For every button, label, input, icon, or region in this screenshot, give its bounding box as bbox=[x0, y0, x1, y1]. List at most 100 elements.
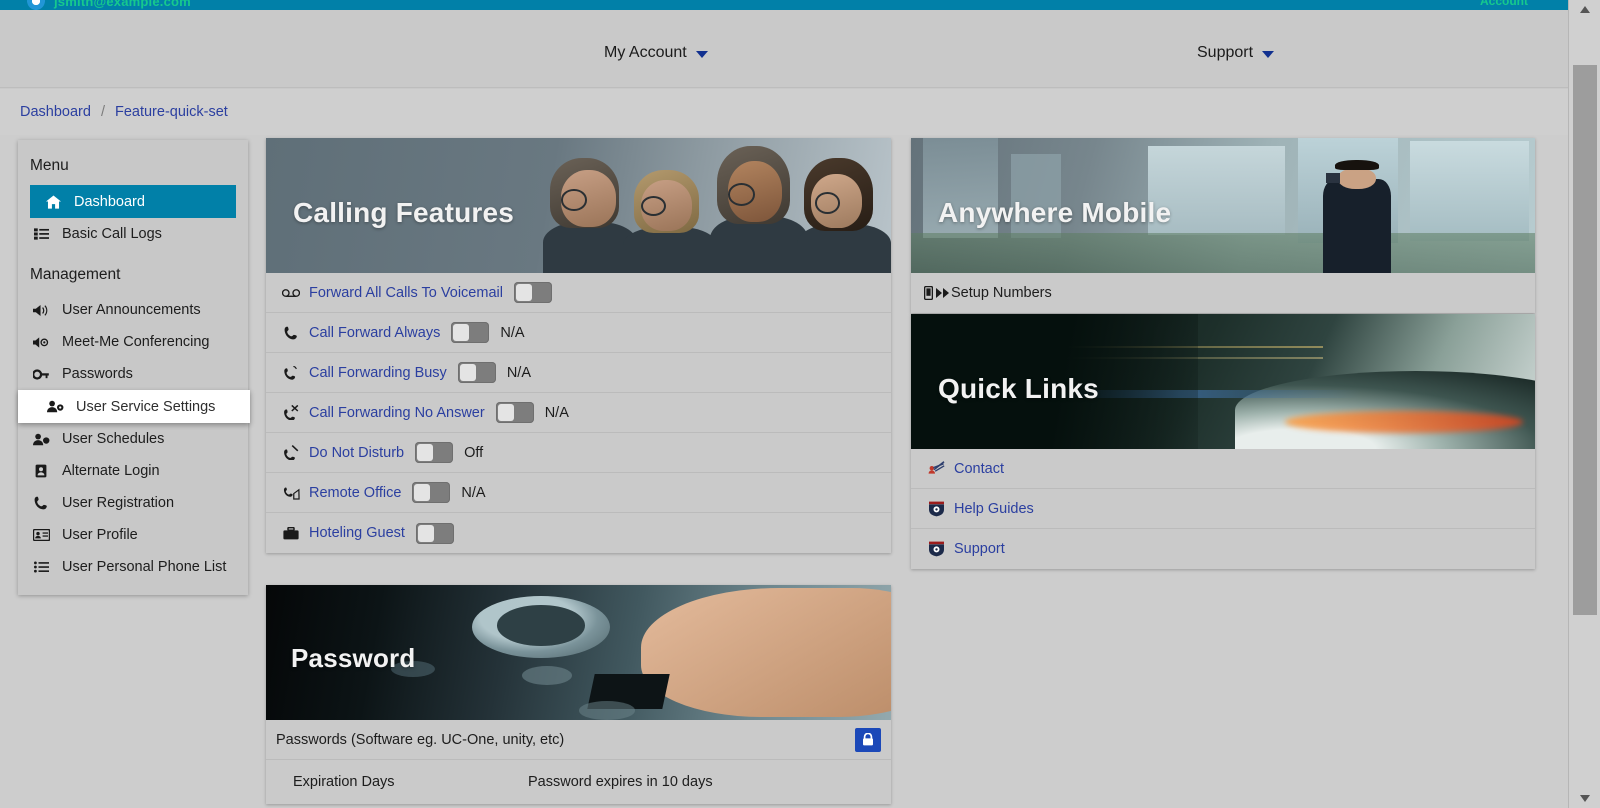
quick-link-row[interactable]: Help Guides bbox=[911, 489, 1535, 529]
briefcase-icon bbox=[280, 526, 302, 540]
quick-link-row[interactable]: Support bbox=[911, 529, 1535, 569]
quick-link-row[interactable]: Contact bbox=[911, 449, 1535, 489]
feature-label[interactable]: Call Forwarding No Answer bbox=[309, 405, 485, 421]
sidebar-item-alternate-login[interactable]: Alternate Login bbox=[18, 455, 248, 487]
feature-label[interactable]: Forward All Calls To Voicemail bbox=[309, 285, 503, 301]
sidebar-item-dashboard-label: Dashboard bbox=[74, 193, 145, 210]
user-gear-icon bbox=[46, 400, 64, 413]
feature-row[interactable]: Call Forwarding No Answer N/A bbox=[266, 393, 891, 433]
phone-slash-icon bbox=[280, 405, 302, 420]
breadcrumb-separator: / bbox=[100, 104, 105, 120]
feature-state: N/A bbox=[500, 324, 525, 341]
feature-row[interactable]: Call Forwarding Busy N/A bbox=[266, 353, 891, 393]
crest-icon bbox=[925, 541, 947, 557]
sidebar-menu-heading: Menu bbox=[30, 157, 69, 174]
anywhere-mobile-title: Anywhere Mobile bbox=[938, 197, 1172, 228]
mobile-icon bbox=[921, 286, 935, 300]
home-icon bbox=[44, 194, 62, 209]
crest-icon bbox=[925, 501, 947, 517]
sidebar-item-user-schedules[interactable]: User Schedules bbox=[18, 423, 248, 455]
scrollbar-track[interactable] bbox=[1569, 20, 1600, 788]
sidebar-item-user-personal-phone-list-label: User Personal Phone List bbox=[62, 559, 227, 575]
anywhere-mobile-label[interactable]: Setup Numbers bbox=[951, 285, 1052, 301]
key-icon bbox=[32, 368, 50, 381]
nav-support[interactable]: Support bbox=[1197, 44, 1275, 62]
password-section-header-label: Passwords (Software eg. UC-One, unity, e… bbox=[276, 731, 565, 748]
feature-toggle[interactable] bbox=[415, 522, 454, 544]
feature-label[interactable]: Hoteling Guest bbox=[309, 525, 405, 541]
sidebar-item-user-schedules-label: User Schedules bbox=[62, 431, 165, 447]
fast-forward-icon bbox=[935, 288, 951, 298]
sidebar-item-user-service-settings-label: User Service Settings bbox=[76, 398, 216, 415]
phone-mute-icon bbox=[280, 445, 302, 460]
sidebar-item-user-profile[interactable]: User Profile bbox=[18, 519, 248, 551]
sidebar-item-user-registration[interactable]: User Registration bbox=[18, 487, 248, 519]
feature-toggle[interactable] bbox=[495, 402, 534, 423]
sidebar-item-passwords[interactable]: Passwords bbox=[18, 358, 248, 390]
phone-icon bbox=[280, 326, 302, 340]
sidebar-item-user-service-settings[interactable]: User Service Settings bbox=[18, 390, 250, 423]
sidebar-item-user-announcements[interactable]: User Announcements bbox=[18, 294, 248, 326]
quick-link-label[interactable]: Support bbox=[954, 541, 1005, 557]
scroll-up-arrow-icon[interactable] bbox=[1569, 0, 1600, 20]
scroll-down-arrow-icon[interactable] bbox=[1569, 788, 1600, 808]
quick-link-label[interactable]: Contact bbox=[954, 461, 1004, 477]
sidebar-item-user-registration-label: User Registration bbox=[62, 495, 175, 511]
id-card-icon bbox=[32, 529, 50, 541]
sidebar-item-user-personal-phone-list[interactable]: User Personal Phone List bbox=[18, 551, 248, 583]
feature-state: N/A bbox=[461, 484, 486, 501]
sidebar-item-user-announcements-label: User Announcements bbox=[62, 302, 201, 318]
feature-label[interactable]: Remote Office bbox=[309, 485, 401, 501]
feature-toggle[interactable] bbox=[415, 442, 454, 463]
home-phone-icon bbox=[280, 486, 302, 500]
password-detail-key: Expiration Days bbox=[293, 774, 395, 790]
chevron-down-icon bbox=[1262, 50, 1275, 58]
page-scrollbar[interactable] bbox=[1568, 0, 1600, 808]
feature-row[interactable]: Remote Office N/A bbox=[266, 473, 891, 513]
feature-row[interactable]: Hoteling Guest bbox=[266, 513, 891, 553]
phone-icon bbox=[32, 496, 50, 510]
feature-toggle[interactable] bbox=[451, 322, 490, 343]
breadcrumb-current[interactable]: Feature-quick-set bbox=[115, 104, 228, 120]
feature-label[interactable]: Call Forwarding Busy bbox=[309, 365, 447, 381]
id-badge-icon bbox=[32, 464, 50, 478]
sidebar-item-basic-call-logs-label: Basic Call Logs bbox=[62, 226, 162, 242]
call-center-agents-image bbox=[529, 138, 891, 273]
anywhere-mobile-card: Anywhere Mobile Setup Numbers bbox=[911, 138, 1535, 313]
sidebar-item-alternate-login-label: Alternate Login bbox=[62, 463, 160, 479]
sidebar-item-dashboard[interactable]: Dashboard bbox=[30, 185, 236, 218]
password-section-header: Passwords (Software eg. UC-One, unity, e… bbox=[266, 720, 891, 760]
feature-row[interactable]: Forward All Calls To Voicemail bbox=[266, 273, 891, 313]
sidebar-item-meet-me-conferencing[interactable]: Meet-Me Conferencing bbox=[18, 326, 248, 358]
feature-toggle[interactable] bbox=[457, 362, 496, 383]
nav-my-account[interactable]: My Account bbox=[604, 44, 708, 62]
scrollbar-thumb[interactable] bbox=[1573, 65, 1597, 615]
sidebar: Menu Dashboard Basic Call Logs Managemen… bbox=[18, 140, 250, 595]
nav-my-account-label: My Account bbox=[604, 44, 687, 61]
chevron-down-icon bbox=[695, 50, 708, 58]
feature-label[interactable]: Do Not Disturb bbox=[309, 445, 404, 461]
anywhere-mobile-row[interactable]: Setup Numbers bbox=[911, 273, 1535, 313]
feature-toggle[interactable] bbox=[412, 482, 451, 503]
breadcrumb-dashboard[interactable]: Dashboard bbox=[20, 104, 91, 120]
password-detail-row: Expiration Days Password expires in 10 d… bbox=[266, 760, 891, 804]
password-detail-value: Password expires in 10 days bbox=[528, 774, 713, 790]
feature-row[interactable]: Do Not Disturb Off bbox=[266, 433, 891, 473]
phone-busy-icon bbox=[280, 365, 302, 380]
account-email: jsmith@example.com bbox=[54, 0, 191, 9]
sidebar-item-passwords-label: Passwords bbox=[62, 366, 133, 382]
contact-icon bbox=[925, 461, 947, 476]
lock-icon[interactable] bbox=[855, 727, 881, 752]
sidebar-item-meet-me-conferencing-label: Meet-Me Conferencing bbox=[62, 334, 210, 350]
quick-link-label[interactable]: Help Guides bbox=[954, 501, 1034, 517]
quick-links-banner: Quick Links bbox=[911, 314, 1535, 449]
feature-label[interactable]: Call Forward Always bbox=[309, 325, 440, 341]
sidebar-management-heading: Management bbox=[30, 266, 121, 283]
list-icon bbox=[32, 228, 50, 240]
calling-features-card: Calling Features Forward All Calls To Vo… bbox=[266, 138, 891, 553]
feature-toggle[interactable] bbox=[513, 282, 552, 303]
quick-links-card: Quick Links Contact Help Guides Support bbox=[911, 314, 1535, 569]
sidebar-item-basic-call-logs[interactable]: Basic Call Logs bbox=[18, 218, 248, 250]
feature-row[interactable]: Call Forward Always N/A bbox=[266, 313, 891, 353]
app-logo-icon bbox=[26, 0, 46, 10]
